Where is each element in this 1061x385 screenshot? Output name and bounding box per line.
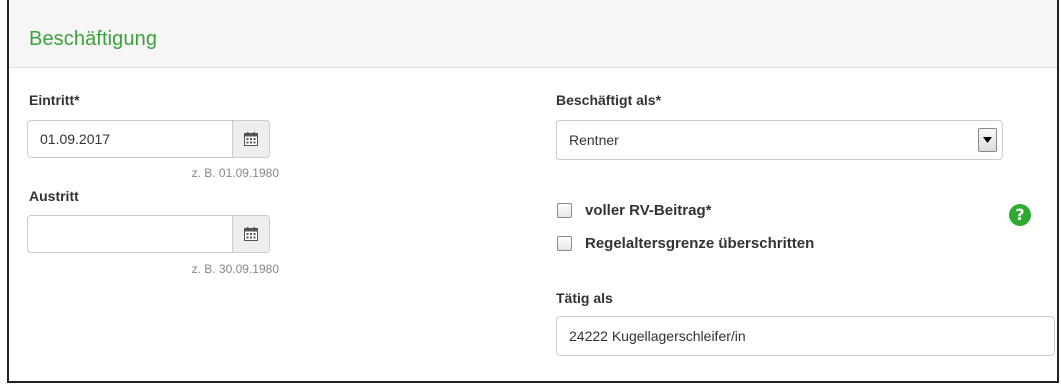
austritt-hint: z. B. 30.09.1980 (191, 262, 279, 276)
employment-panel: Beschäftigung Eintritt* z. B. 01.09.1980… (7, 0, 1059, 383)
austritt-label: Austritt (29, 188, 79, 204)
eintritt-input[interactable] (28, 121, 233, 157)
eintritt-date-field (27, 120, 270, 158)
voller-rv-beitrag-label[interactable]: voller RV-Beitrag* (585, 202, 711, 219)
calendar-icon (244, 227, 258, 241)
eintritt-label: Eintritt* (29, 92, 80, 108)
taetig-als-input[interactable] (557, 317, 1054, 355)
austritt-date-field (27, 215, 270, 253)
taetig-als-label: Tätig als (556, 290, 613, 306)
beschaeftigt-als-select[interactable]: Rentner (556, 120, 1003, 160)
beschaeftigt-als-value: Rentner (569, 132, 619, 148)
eintritt-calendar-button[interactable] (232, 121, 269, 157)
eintritt-hint: z. B. 01.09.1980 (191, 166, 279, 180)
chevron-down-icon (983, 137, 992, 143)
voller-rv-beitrag-checkbox[interactable] (557, 203, 572, 218)
austritt-input[interactable] (28, 216, 233, 252)
panel-header: Beschäftigung (9, 0, 1057, 68)
austritt-calendar-button[interactable] (232, 216, 269, 252)
regelaltersgrenze-label[interactable]: Regelaltersgrenze überschritten (585, 235, 814, 252)
help-icon[interactable]: ? (1009, 204, 1031, 226)
dropdown-arrow-icon[interactable] (978, 128, 997, 152)
beschaeftigt-als-label: Beschäftigt als* (556, 92, 662, 108)
panel-title: Beschäftigung (29, 28, 158, 50)
regelaltersgrenze-checkbox[interactable] (557, 236, 572, 251)
taetig-als-field (556, 316, 1055, 356)
calendar-icon (244, 132, 258, 146)
